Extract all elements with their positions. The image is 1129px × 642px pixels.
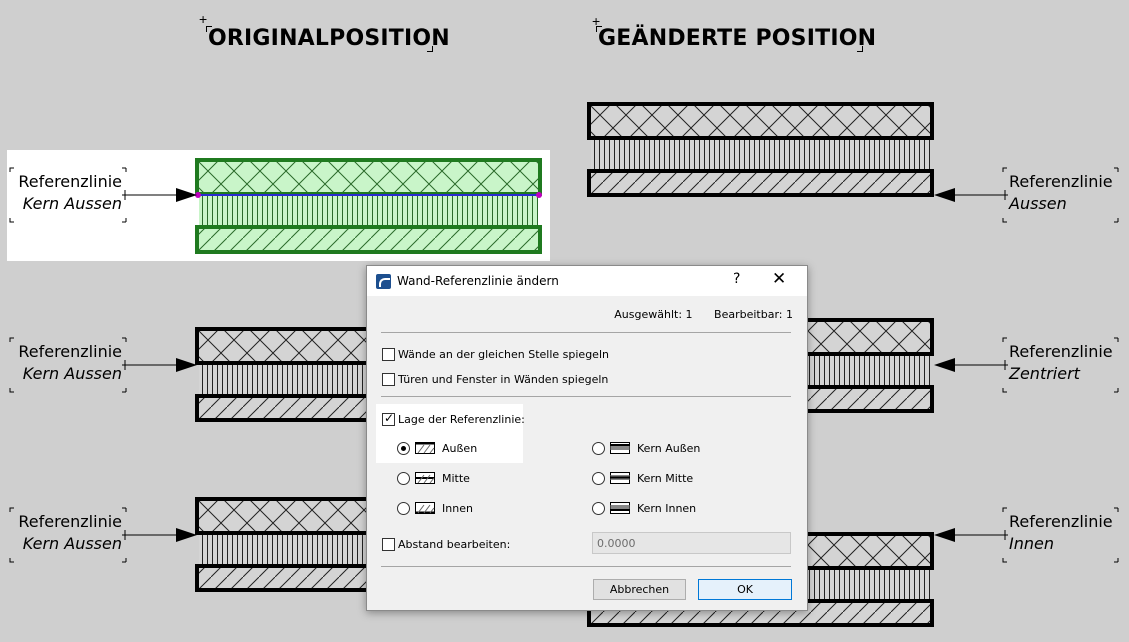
- radio-core-center[interactable]: Kern Mitte: [592, 470, 693, 486]
- radio-outside-label: Außen: [442, 441, 478, 455]
- right-label-3-line1: Referenzlinie: [1009, 512, 1113, 531]
- divider-1: [381, 332, 791, 333]
- edit-offset-label: Abstand bearbeiten:: [398, 537, 511, 551]
- reference-position-checkbox[interactable]: Lage der Referenzlinie:: [382, 411, 525, 427]
- ok-button[interactable]: OK: [698, 579, 792, 600]
- radio-outside-dot[interactable]: [397, 441, 410, 455]
- radio-core-inside-dot[interactable]: [592, 501, 605, 515]
- radio-inside-label: Innen: [442, 501, 473, 515]
- cancel-button[interactable]: Abbrechen: [593, 579, 686, 600]
- divider-3: [381, 566, 791, 567]
- edit-offset-box[interactable]: [382, 537, 395, 551]
- right-label-2-line1: Referenzlinie: [1009, 342, 1113, 361]
- reference-position-box[interactable]: [382, 411, 395, 426]
- right-label-2-line2: Zentriert: [1009, 364, 1080, 383]
- wall-core-center-icon: [610, 472, 630, 484]
- selection-counts: Ausgewählt: 1 Bearbeitbar: 1: [596, 308, 793, 321]
- wall-inside-icon: [415, 502, 435, 514]
- radio-core-center-dot[interactable]: [592, 471, 605, 485]
- radio-core-outside-dot[interactable]: [592, 441, 605, 455]
- help-button[interactable]: ?: [733, 271, 740, 287]
- mirror-doors-label: Türen und Fenster in Wänden spiegeln: [398, 372, 609, 386]
- wall-center-icon: [415, 472, 435, 484]
- mirror-walls-box[interactable]: [382, 347, 395, 361]
- offset-input[interactable]: 0.0000: [592, 532, 791, 554]
- editable-count: Bearbeitbar: 1: [714, 308, 793, 321]
- selected-count: Ausgewählt: 1: [614, 308, 693, 321]
- radio-outside[interactable]: Außen: [397, 440, 477, 456]
- radio-center-label: Mitte: [442, 471, 470, 485]
- right-label-1-line2: Aussen: [1009, 194, 1067, 213]
- mirror-walls-checkbox[interactable]: Wände an der gleichen Stelle spiegeln: [382, 346, 609, 362]
- right-label-3: Referenzlinie Innen: [1009, 511, 1113, 555]
- radio-inside-dot[interactable]: [397, 501, 410, 515]
- mirror-doors-box[interactable]: [382, 372, 395, 386]
- divider-2: [381, 396, 791, 397]
- dialog-title: Wand-Referenzlinie ändern: [397, 274, 559, 288]
- radio-center[interactable]: Mitte: [397, 470, 470, 486]
- radio-core-inside[interactable]: Kern Innen: [592, 500, 696, 516]
- right-label-3-line2: Innen: [1009, 534, 1054, 553]
- wall-outside-icon: [415, 442, 435, 454]
- archicad-icon: [376, 274, 391, 289]
- radio-core-center-label: Kern Mitte: [637, 471, 694, 485]
- radio-core-inside-label: Kern Innen: [637, 501, 697, 515]
- reference-position-label: Lage der Referenzlinie:: [398, 412, 525, 426]
- wall-core-inside-icon: [610, 502, 630, 514]
- close-icon[interactable]: ✕: [772, 269, 786, 289]
- right-label-1-line1: Referenzlinie: [1009, 172, 1113, 191]
- dialog-titlebar: Wand-Referenzlinie ändern ? ✕: [367, 266, 807, 296]
- right-label-1: Referenzlinie Aussen: [1009, 171, 1113, 215]
- wall-core-outside-icon: [610, 442, 630, 454]
- radio-core-outside[interactable]: Kern Außen: [592, 440, 700, 456]
- right-label-2: Referenzlinie Zentriert: [1009, 341, 1113, 385]
- mirror-doors-checkbox[interactable]: Türen und Fenster in Wänden spiegeln: [382, 371, 608, 387]
- radio-core-outside-label: Kern Außen: [637, 441, 701, 455]
- radio-center-dot[interactable]: [397, 471, 410, 485]
- reference-line-dialog: Wand-Referenzlinie ändern ? ✕ Ausgewählt…: [366, 265, 808, 611]
- mirror-walls-label: Wände an der gleichen Stelle spiegeln: [398, 347, 609, 361]
- edit-offset-checkbox[interactable]: Abstand bearbeiten:: [382, 536, 510, 552]
- radio-inside[interactable]: Innen: [397, 500, 473, 516]
